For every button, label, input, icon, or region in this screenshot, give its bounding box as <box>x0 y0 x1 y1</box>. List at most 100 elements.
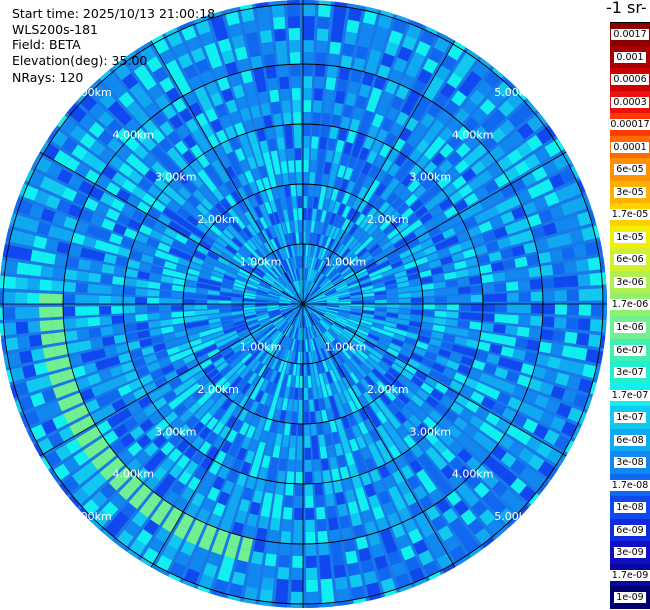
colorbar-step: 1e-08 <box>610 496 650 520</box>
ray-gate <box>259 29 273 44</box>
ray-gate <box>446 304 459 311</box>
ray-gate <box>575 258 590 272</box>
ray-gate <box>16 262 30 276</box>
ray-gate <box>314 64 326 77</box>
ray-gate <box>493 282 507 292</box>
ppi-scan-svg: 1.00km 1.00km 1.00km 1.00km 2.00km 2.00km 2.00… <box>0 0 607 608</box>
ray-gate <box>183 305 196 311</box>
ray-gate <box>87 295 100 304</box>
ray-gate <box>312 447 320 460</box>
ray-gate <box>282 112 292 125</box>
ray-gate <box>64 330 78 342</box>
ray-gate <box>470 294 483 303</box>
ray-gate <box>321 590 335 604</box>
colorbar-step: 1e-09 <box>610 586 650 610</box>
ray-gate <box>207 304 220 310</box>
colorbar-tick-label: 6e-05 <box>614 164 646 176</box>
colorbar-tick-label: 1e-06 <box>614 322 646 334</box>
ray-gate <box>284 124 293 137</box>
ray-gate <box>303 4 316 17</box>
colorbar-step: 6e-07 <box>610 338 650 362</box>
ray-gate <box>87 283 100 294</box>
colorbar-step: 0.0006 <box>610 68 650 92</box>
ray-gate <box>279 76 290 90</box>
ray-gate <box>305 483 314 496</box>
ray-gate <box>274 28 287 42</box>
ray-gate <box>518 304 531 314</box>
ray-gate <box>303 220 307 233</box>
ray-gate <box>482 304 495 312</box>
ray-gate <box>336 588 350 602</box>
ray-gate <box>28 263 42 277</box>
ray-gate <box>566 289 579 301</box>
ray-gate <box>15 307 28 320</box>
ray-gate <box>303 40 314 53</box>
ray-gate <box>329 41 342 55</box>
ray-gate <box>410 304 423 309</box>
ray-gate <box>263 53 276 67</box>
ray-gate <box>506 304 519 313</box>
colorbar-step: 3e-09 <box>610 541 650 565</box>
ray-gate <box>272 16 286 30</box>
ray-gate <box>303 387 309 400</box>
colorbar-tick-label: 0.0001 <box>611 141 649 153</box>
ray-gate <box>294 148 302 161</box>
ray-gate <box>52 267 66 279</box>
ray-gate <box>275 590 288 604</box>
ray-gate <box>320 578 334 592</box>
ray-gate <box>319 554 331 568</box>
ray-gate <box>280 88 290 102</box>
ray-gate <box>123 296 136 304</box>
ray-gate <box>292 100 301 113</box>
ray-gate <box>482 293 495 302</box>
colorbar-step: 0.0017 <box>610 23 650 47</box>
ray-gate <box>506 314 519 325</box>
colorbar-step: 6e-05 <box>610 158 650 182</box>
ray-gate <box>578 288 591 301</box>
ray-gate <box>285 483 294 496</box>
colorbar-step: 0.00017 <box>608 113 650 137</box>
ray-gate <box>324 89 335 103</box>
ray-gate <box>266 541 278 555</box>
ray-gate <box>51 293 64 304</box>
ray-gate <box>304 411 310 424</box>
ray-gate <box>374 299 387 304</box>
ray-gate <box>265 65 277 79</box>
ray-gate <box>587 334 602 348</box>
ray-gate <box>573 347 588 361</box>
ray-gate <box>317 16 330 30</box>
ray-gate <box>316 40 328 54</box>
ray-gate <box>332 552 345 567</box>
ray-gate <box>296 172 302 185</box>
range-ring-label: 1.00km <box>240 256 282 269</box>
colorbar-tick-label: 1.7e-08 <box>609 479 650 491</box>
ray-gate <box>159 290 172 298</box>
ray-gate <box>292 555 303 568</box>
range-ring-label: 4.00km <box>452 468 494 481</box>
ray-gate <box>291 567 303 580</box>
ray-gate <box>303 160 309 173</box>
ray-gate <box>528 327 542 339</box>
ray-gate <box>275 40 287 54</box>
ray-gate <box>315 52 327 66</box>
ray-gate <box>291 76 301 89</box>
ray-gate <box>291 579 303 592</box>
colorbar-tick-label: 3e-07 <box>614 367 646 379</box>
colorbar-legend: 0.0017 0.001 0.0006 0.0003 0.00017 0.0001 6e-0… <box>608 22 650 610</box>
elevation-text: Elevation(deg): 35.00 <box>12 53 148 68</box>
ray-gate <box>288 447 296 460</box>
ray-gate <box>259 588 273 603</box>
colorbar-tick-label: 1.7e-05 <box>609 209 650 221</box>
ray-gate <box>51 306 64 318</box>
ray-gate <box>261 41 274 56</box>
ray-gate <box>422 297 435 303</box>
ray-gate <box>296 459 303 472</box>
ray-gate <box>159 298 172 304</box>
ray-gate <box>39 293 52 304</box>
ray-gate <box>434 304 447 310</box>
ray-gate <box>40 333 55 346</box>
ray-gate <box>398 298 411 303</box>
ray-gate <box>458 312 471 320</box>
ray-gate <box>434 310 447 318</box>
ray-gate <box>304 471 313 484</box>
